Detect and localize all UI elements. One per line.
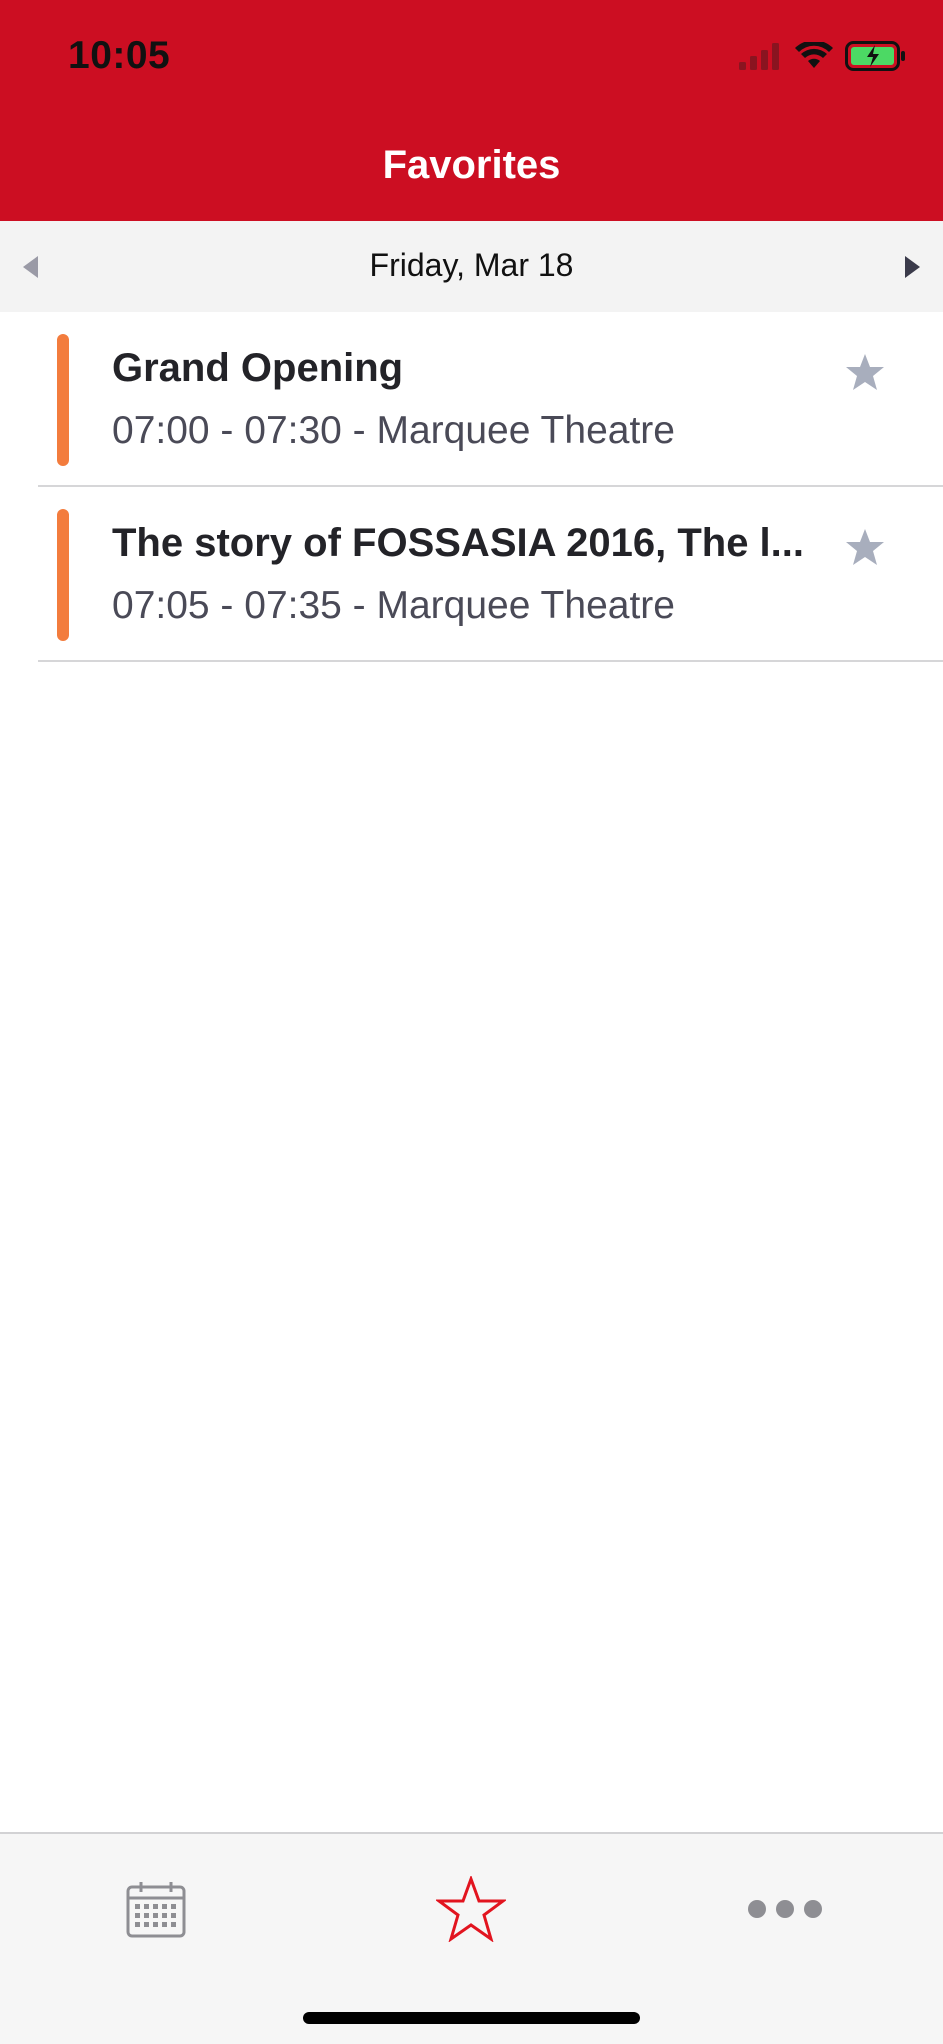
session-list: Grand Opening 07:00 - 07:30 - Marquee Th…	[0, 312, 943, 662]
star-filled-icon	[846, 354, 884, 390]
wifi-icon	[795, 39, 833, 75]
session-time-location: 07:00 - 07:30 - Marquee Theatre	[112, 409, 675, 452]
track-color-bar	[57, 509, 69, 641]
header: 10:05 Favorites	[0, 0, 943, 221]
tab-schedule[interactable]	[96, 1864, 216, 1954]
date-navigation: Friday, Mar 18	[0, 221, 943, 312]
star-outline-icon	[436, 1876, 506, 1942]
page-title: Favorites	[382, 143, 561, 187]
session-time-location: 07:05 - 07:35 - Marquee Theatre	[112, 584, 675, 627]
row-divider	[38, 660, 943, 662]
cellular-signal-icon	[739, 42, 783, 75]
tab-bar	[0, 1832, 943, 2044]
calendar-icon	[126, 1882, 186, 1938]
battery-icon	[845, 40, 907, 76]
star-filled-icon	[846, 529, 884, 565]
tab-more[interactable]	[725, 1864, 845, 1954]
session-row[interactable]: The story of FOSSASIA 2016, The l... 07:…	[0, 487, 943, 662]
status-icons	[739, 39, 907, 76]
session-row[interactable]: Grand Opening 07:00 - 07:30 - Marquee Th…	[0, 312, 943, 487]
track-color-bar	[57, 334, 69, 466]
session-title: The story of FOSSASIA 2016, The l...	[112, 521, 805, 565]
home-indicator[interactable]	[303, 2012, 640, 2024]
tab-favorites[interactable]	[411, 1864, 531, 1954]
date-label: Friday, Mar 18	[369, 247, 574, 283]
next-day-button[interactable]	[895, 243, 931, 291]
status-time: 10:05	[68, 34, 171, 77]
chevron-right-icon	[905, 256, 920, 278]
more-dots-icon	[748, 1900, 822, 1918]
session-title: Grand Opening	[112, 346, 404, 390]
favorite-toggle-button[interactable]	[841, 348, 889, 396]
favorite-toggle-button[interactable]	[841, 523, 889, 571]
